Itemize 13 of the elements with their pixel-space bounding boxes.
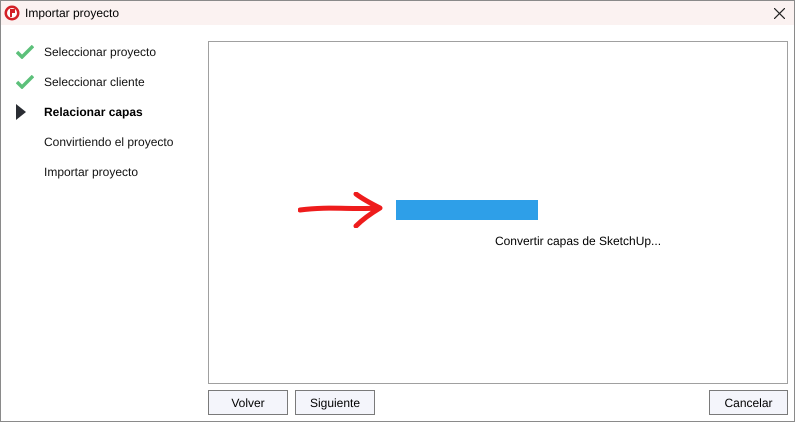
app-logo-icon [4, 5, 20, 21]
step-label: Seleccionar proyecto [44, 44, 156, 61]
step-label: Importar proyecto [44, 164, 138, 181]
step-label: Convirtiendo el proyecto [44, 134, 174, 151]
close-icon[interactable] [774, 8, 785, 18]
step-label: Relacionar capas [44, 104, 143, 121]
window-title: Importar proyecto [25, 5, 120, 22]
cancel-button[interactable]: Cancelar [709, 390, 788, 415]
next-button[interactable]: Siguiente [295, 390, 375, 415]
step-label: Seleccionar cliente [44, 74, 145, 91]
back-button[interactable]: Volver [208, 390, 288, 415]
progress-caption: Convertir capas de SketchUp... [494, 233, 662, 250]
arrow-icon [298, 192, 384, 228]
